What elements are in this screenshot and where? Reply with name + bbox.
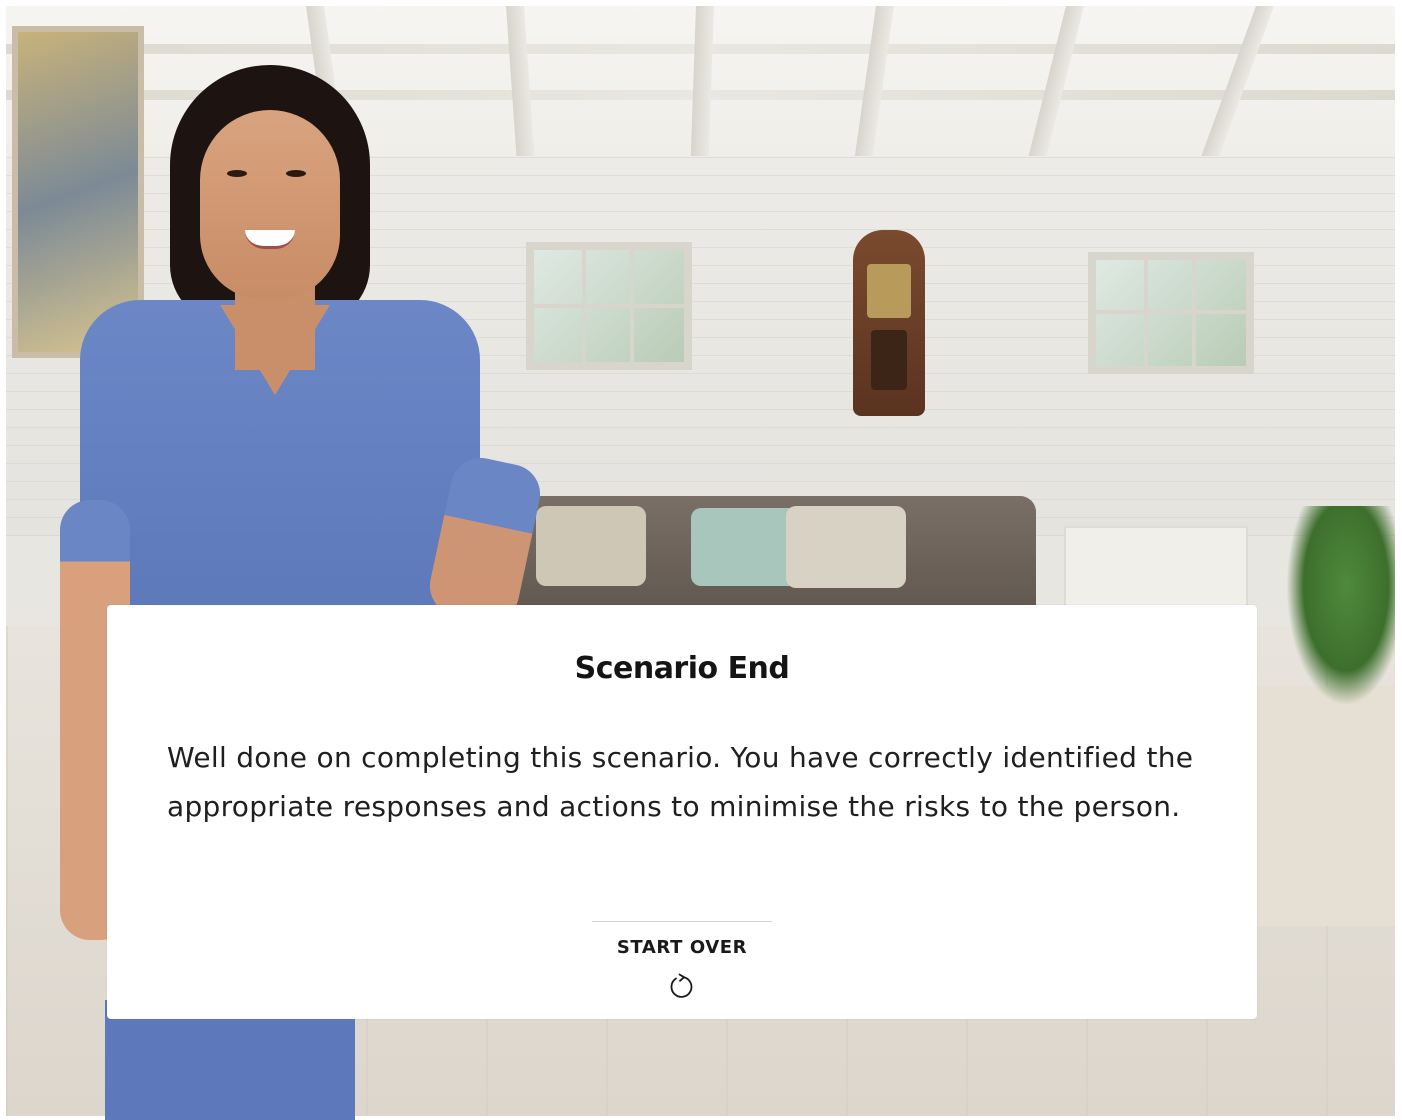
start-over-label: START OVER xyxy=(616,936,748,958)
ceiling-beam xyxy=(1201,6,1274,156)
potted-plant xyxy=(1286,506,1395,706)
ceiling-beam xyxy=(690,6,714,156)
divider xyxy=(592,921,772,922)
ceiling-beam xyxy=(1028,6,1084,156)
start-over-button[interactable]: START OVER xyxy=(582,931,782,1003)
character-eye xyxy=(286,170,306,177)
wall-clock xyxy=(853,230,925,416)
ceiling-beam xyxy=(854,6,894,156)
character-eye xyxy=(227,170,247,177)
card-title: Scenario End xyxy=(574,651,790,686)
wall-window-left xyxy=(526,242,692,370)
restart-icon xyxy=(670,973,693,998)
card-body-text: Well done on completing this scenario. Y… xyxy=(167,741,1194,823)
scenario-end-card: Scenario End Well done on completing thi… xyxy=(107,605,1257,1019)
wall-window-right xyxy=(1088,252,1254,374)
character-face xyxy=(200,110,340,300)
